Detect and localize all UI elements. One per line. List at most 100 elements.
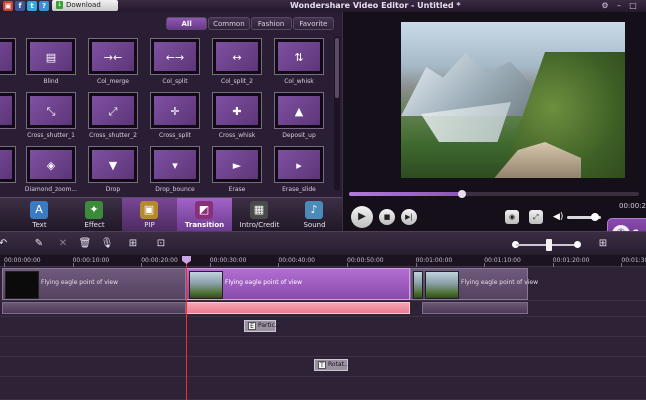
volume-icon[interactable]: ◀) — [553, 210, 565, 224]
twitter-icon[interactable]: t — [27, 1, 37, 11]
transition-thumbnail[interactable]: ←→ — [150, 38, 200, 75]
download-button[interactable]: ↓ Download — [52, 0, 118, 11]
transition-label: Erase_slide — [282, 186, 316, 193]
transition-label: Col_whisk — [284, 78, 314, 85]
scrollbar-thumb[interactable] — [335, 38, 339, 98]
transition-thumbnail[interactable]: ▲ — [274, 92, 324, 129]
transition-thumbnail[interactable]: ▦ — [0, 92, 16, 129]
filter-tab-favorite[interactable]: Favorite — [292, 17, 334, 30]
edit-icon[interactable]: ✎ — [32, 237, 46, 251]
text-marker-icon: T — [318, 361, 326, 369]
undo-icon[interactable]: ↶ — [0, 237, 10, 251]
thumbnail-background: ↔ — [216, 42, 258, 71]
video-clip[interactable]: Flying eagle point of view — [410, 268, 538, 300]
clip-label: Flying eagle point of view — [225, 279, 303, 286]
transition-thumbnail[interactable]: ⤡ — [26, 92, 76, 129]
transition-preview-icon: ▲ — [294, 105, 304, 118]
thumbnail-background: ► — [216, 150, 258, 179]
facebook-icon[interactable]: f — [15, 1, 25, 11]
video-clip[interactable]: Flying eagle point of view — [2, 268, 186, 300]
transition-thumbnail[interactable]: ◆ — [0, 146, 16, 183]
thumbnail-background: ◆ — [0, 150, 12, 179]
transition-thumbnail[interactable]: ↔ — [212, 38, 262, 75]
progress-fill — [349, 192, 463, 196]
cut-icon[interactable]: ✕ — [56, 237, 70, 251]
settings-icon[interactable]: ⚙ — [600, 1, 610, 11]
audio-strip[interactable] — [2, 302, 186, 314]
snapshot-button[interactable]: ◉ — [505, 210, 519, 224]
transition-thumbnail[interactable]: ⤢ — [88, 92, 138, 129]
zoom-in-icon[interactable] — [574, 241, 581, 248]
selected-audio-strip[interactable] — [186, 302, 410, 314]
next-frame-button[interactable]: ▶| — [401, 209, 417, 225]
playhead[interactable] — [186, 258, 187, 400]
transition-preview-icon: ▾ — [172, 159, 178, 172]
transition-preview-icon: ▦ — [0, 105, 12, 119]
transition-preview-icon: ◈ — [46, 159, 56, 172]
transition-preview-icon: ←→ — [165, 51, 185, 64]
text-icon: A — [30, 201, 48, 219]
particle-effect-clip[interactable]: E Partic... — [244, 320, 281, 332]
transition-thumbnail[interactable]: →← — [88, 38, 138, 75]
transition-icon: ◩ — [195, 201, 213, 219]
selected-video-clip[interactable]: Flying eagle point of view — [186, 268, 410, 300]
transition-thumbnail[interactable]: ✛ — [150, 92, 200, 129]
tool-tab-effect[interactable]: ✦ Effect — [67, 198, 122, 232]
ruler-tick-label: 00:01:30:00 — [621, 257, 646, 264]
tool-tab-transition[interactable]: ◩ Transition — [177, 198, 232, 232]
filter-tab-all[interactable]: All — [166, 17, 208, 30]
transition-label: Erase — [228, 186, 246, 193]
ruler-tick-label: 00:00:00:00 — [4, 257, 41, 264]
transition-label: Deposit_up — [282, 132, 316, 139]
playback-progress[interactable] — [349, 190, 639, 198]
progress-knob[interactable] — [458, 190, 467, 198]
delete-icon[interactable]: 🗑 — [78, 237, 92, 251]
record-icon[interactable]: ⊡ — [154, 237, 168, 251]
tool-tab-sound[interactable]: ♪ Sound — [287, 198, 342, 232]
thumbnail-background: ✛ — [154, 96, 196, 125]
ruler-tick-label: 00:00:50:00 — [347, 257, 384, 264]
library-scrollbar[interactable] — [334, 36, 340, 191]
transition-preview-icon: ► — [232, 159, 242, 172]
thumbnail-background: ▲ — [278, 96, 320, 125]
transition-label: Diamond_zoom... — [24, 186, 78, 193]
transition-preview-icon: ✛ — [170, 105, 180, 118]
tool-tab-text[interactable]: A Text — [12, 198, 67, 232]
clip-thumbnail — [5, 271, 39, 299]
help-icon[interactable]: ? — [39, 1, 49, 11]
filter-tab-fashion[interactable]: Fashion — [250, 17, 292, 30]
thumbnail-background: ←→ — [154, 42, 196, 71]
transition-thumbnail[interactable]: ✚ — [212, 92, 262, 129]
volume-knob[interactable] — [590, 213, 599, 221]
transition-thumbnail[interactable]: ◈ — [26, 146, 76, 183]
gift-icon[interactable]: ▣ — [3, 1, 13, 11]
transition-thumbnail[interactable]: ► — [212, 146, 262, 183]
minimize-icon[interactable]: – — [614, 1, 624, 11]
transition-thumbnail[interactable]: ▸ — [274, 146, 324, 183]
zoom-knob[interactable] — [546, 239, 552, 251]
microphone-icon[interactable]: 🎙 — [100, 237, 114, 251]
audio-strip[interactable] — [422, 302, 528, 314]
tool-tab-pip[interactable]: ▣ PIP — [122, 198, 177, 232]
play-button[interactable]: ▶ — [351, 206, 373, 228]
thumbnail-background: ▸ — [278, 150, 320, 179]
timeline-ruler[interactable]: 00:00:00:00 00:00:10:00 00:00:20:00 00:00:3… — [0, 255, 646, 267]
rotate-text-clip[interactable]: T Rotat... — [314, 359, 350, 371]
detach-icon[interactable]: ⊞ — [126, 237, 140, 251]
preview-panel: ▶ ■ ▶| ◉ ⤢ ◀) 00:00:27 ✇ Cr — [342, 12, 646, 250]
transition-thumbnail[interactable]: ▤ — [26, 38, 76, 75]
music-track — [0, 377, 646, 400]
thumbnail-background: ▼ — [92, 150, 134, 179]
transition-preview-icon: ▤ — [45, 51, 57, 64]
maximize-icon[interactable]: □ — [628, 1, 638, 11]
fullscreen-button[interactable]: ⤢ — [529, 210, 543, 224]
filter-tab-common[interactable]: Common — [208, 17, 250, 30]
tool-tab-intro-credit[interactable]: ▦ Intro/Credit — [232, 198, 287, 232]
fit-timeline-icon[interactable]: ⊞ — [596, 237, 610, 251]
transition-thumbnail[interactable]: ⇅ — [274, 38, 324, 75]
transition-label: Blind — [43, 78, 59, 85]
transition-thumbnail[interactable]: ▾ — [150, 146, 200, 183]
transition-thumbnail[interactable]: ▭ — [0, 38, 16, 75]
stop-button[interactable]: ■ — [379, 209, 395, 225]
transition-thumbnail[interactable]: ▼ — [88, 146, 138, 183]
